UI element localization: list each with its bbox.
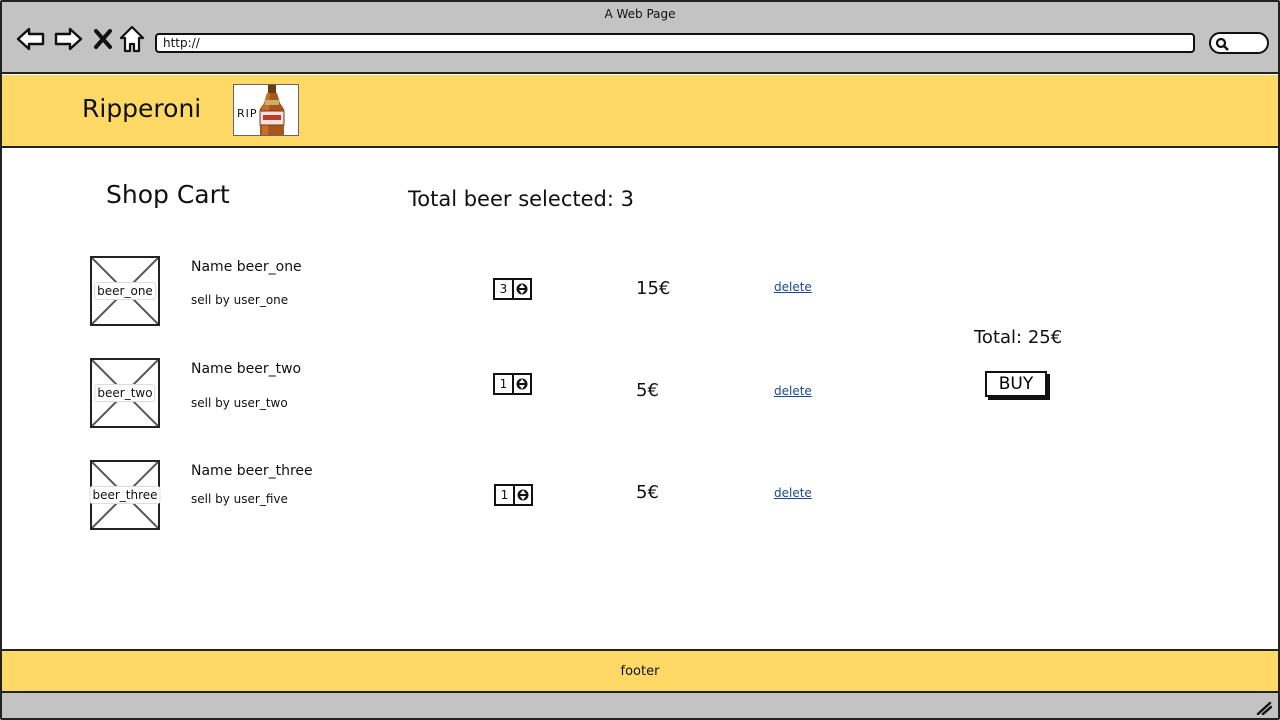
spinner-arrows-icon[interactable] <box>514 375 530 393</box>
quantity-stepper[interactable]: 1 <box>493 373 532 395</box>
product-name: Name beer_one <box>191 259 302 275</box>
site-footer: footer <box>2 649 1278 693</box>
cart-item: beer_two Name beer_two sell by user_two … <box>2 358 1278 430</box>
product-seller: sell by user_five <box>191 492 288 506</box>
cart-total: Total: 25€ <box>974 327 1063 348</box>
cart-item: beer_three Name beer_three sell by user_… <box>2 460 1278 532</box>
total-selected-label: Total beer selected: 3 <box>408 187 634 211</box>
search-field[interactable] <box>1209 32 1269 54</box>
product-image-label: beer_two <box>94 384 156 402</box>
quantity-value[interactable]: 1 <box>496 486 515 504</box>
delete-link[interactable]: delete <box>774 486 812 500</box>
footer-text: footer <box>620 664 660 679</box>
back-arrow-icon[interactable] <box>16 24 46 54</box>
forward-arrow-icon[interactable] <box>53 24 83 54</box>
quantity-value[interactable]: 1 <box>495 375 514 393</box>
delete-link[interactable]: delete <box>774 280 812 294</box>
site-brand[interactable]: Ripperoni <box>82 94 201 123</box>
address-bar[interactable]: http:// <box>155 33 1195 53</box>
quantity-stepper[interactable]: 3 <box>493 278 532 300</box>
product-image-label: beer_three <box>89 486 161 504</box>
product-name: Name beer_three <box>191 463 313 479</box>
home-icon[interactable] <box>117 24 147 54</box>
browser-status-bar <box>2 693 1278 718</box>
product-image-placeholder: beer_three <box>89 460 161 530</box>
page-title: Shop Cart <box>106 180 230 209</box>
spinner-arrows-icon[interactable] <box>514 280 530 298</box>
site-header: Ripperoni RIP <box>2 75 1278 148</box>
browser-window: A Web Page http:// Ripperoni RIP Shop Ca… <box>0 0 1280 720</box>
product-seller: sell by user_two <box>191 396 288 410</box>
product-price: 5€ <box>636 380 659 401</box>
close-icon[interactable] <box>88 24 118 54</box>
product-image-placeholder: beer_one <box>90 256 160 326</box>
product-seller: sell by user_one <box>191 293 289 307</box>
product-image-label: beer_one <box>94 282 156 300</box>
resize-grip-icon[interactable] <box>1256 701 1272 715</box>
spinner-arrows-icon[interactable] <box>515 486 531 504</box>
delete-link[interactable]: delete <box>774 384 812 398</box>
logo-text: RIP <box>237 107 258 120</box>
search-icon <box>1215 37 1229 51</box>
quantity-value[interactable]: 3 <box>495 280 514 298</box>
window-title: A Web Page <box>604 7 676 21</box>
cart-item: beer_one Name beer_one sell by user_one … <box>2 256 1278 328</box>
browser-chrome: A Web Page http:// <box>2 2 1278 74</box>
product-name: Name beer_two <box>191 361 302 377</box>
quantity-stepper[interactable]: 1 <box>494 484 533 506</box>
product-price: 5€ <box>636 482 659 503</box>
product-price: 15€ <box>636 278 671 299</box>
beer-logo-image[interactable]: RIP <box>233 84 299 136</box>
buy-button[interactable]: BUY <box>985 371 1047 397</box>
product-image-placeholder: beer_two <box>90 358 160 428</box>
